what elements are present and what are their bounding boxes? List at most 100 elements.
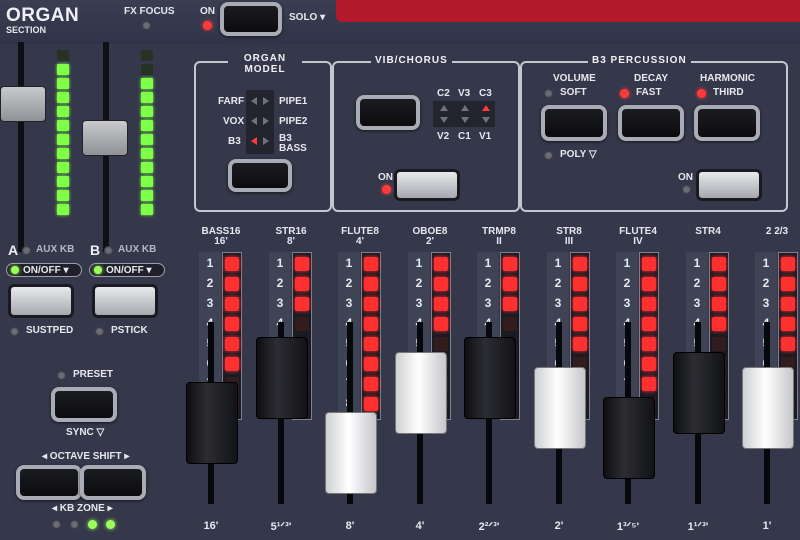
- perc-harmonic-label: HARMONIC: [700, 73, 755, 84]
- model-vox: VOX: [223, 116, 245, 127]
- v3-led: [461, 105, 469, 111]
- drawbar-number: 1: [484, 256, 492, 270]
- drawbar-footage: 1': [762, 520, 772, 532]
- kb-zone-led-1: [52, 520, 61, 529]
- solo-label[interactable]: SOLO ▾: [289, 12, 325, 23]
- octave-up-button[interactable]: [80, 465, 146, 500]
- kb-zone-led-4: [106, 520, 115, 529]
- level-meter-a: [56, 50, 70, 220]
- perc-third-label: THIRD: [713, 87, 744, 98]
- b-aux-button[interactable]: [92, 284, 158, 318]
- b-onoff-led: [94, 266, 102, 274]
- drawbar-number: 3: [693, 296, 701, 310]
- vib-c2: C2: [437, 88, 450, 99]
- perc-on-button[interactable]: [696, 169, 762, 201]
- meter-segment: [57, 134, 69, 145]
- perc-harmonic-button[interactable]: [694, 105, 760, 141]
- fader-b-cap[interactable]: [82, 120, 128, 156]
- fx-focus-led: [142, 21, 151, 30]
- drawbar-number: 2: [415, 276, 423, 290]
- meter-segment: [57, 78, 69, 89]
- vib-on-label: ON: [378, 172, 393, 183]
- drawbar-led: [364, 357, 378, 371]
- drawbar-led: [642, 297, 656, 311]
- vib-c3: C3: [479, 88, 492, 99]
- drawbar-number: 2: [276, 276, 284, 290]
- drawbar-number: 3: [554, 296, 562, 310]
- drawbar-led: [781, 297, 795, 311]
- meter-segment: [141, 162, 153, 173]
- b-label: B: [90, 242, 101, 258]
- drawbar-led: [712, 277, 726, 291]
- drawbar-sub: IV: [633, 236, 643, 247]
- drawbar-number: 1: [206, 256, 214, 270]
- pipe2-led: [263, 117, 269, 125]
- organ-model-button[interactable]: [228, 159, 292, 192]
- meter-segment: [57, 190, 69, 201]
- drawbar-number: 2: [693, 276, 701, 290]
- farf-led: [251, 97, 257, 105]
- drawbar-handle[interactable]: [464, 337, 516, 419]
- vib-v3: V3: [458, 88, 471, 99]
- drawbar-handle[interactable]: [603, 397, 655, 479]
- drawbar-led: [781, 317, 795, 331]
- drawbar-led: [364, 377, 378, 391]
- meter-segment: [57, 148, 69, 159]
- drawbar-led: [434, 317, 448, 331]
- b-onoff-toggle[interactable]: ON/OFF ▾: [89, 263, 165, 277]
- drawbar-footage: 1¹ᐟ³': [687, 521, 709, 533]
- perc-volume-button[interactable]: [541, 105, 607, 141]
- section-subtitle: SECTION: [6, 25, 47, 35]
- a-aux-button[interactable]: [8, 284, 74, 318]
- perc-poly-label[interactable]: POLY ▽: [560, 149, 597, 160]
- drawbar-number: 3: [345, 296, 353, 310]
- drawbar-led: [642, 357, 656, 371]
- drawbar-handle[interactable]: [742, 367, 794, 449]
- vib-chorus-select-button[interactable]: [356, 95, 420, 130]
- sync-label[interactable]: SYNC ▽: [66, 427, 104, 438]
- meter-segment: [141, 78, 153, 89]
- model-pipe2: PIPE2: [279, 116, 308, 127]
- drawbar-handle[interactable]: [395, 352, 447, 434]
- drawbar-handle[interactable]: [256, 337, 308, 419]
- vib-chorus-title: VIB/CHORUS: [371, 55, 452, 66]
- drawbar-led: [434, 277, 448, 291]
- drawbar-number: 3: [206, 296, 214, 310]
- c1-led: [461, 117, 469, 123]
- drawbar-number: 2: [345, 276, 353, 290]
- drawbar-led: [295, 277, 309, 291]
- organ-model-title: ORGAN MODEL: [228, 53, 302, 75]
- organ-on-button[interactable]: [220, 2, 282, 36]
- drawbar-led: [503, 277, 517, 291]
- drawbar-number: 2: [206, 276, 214, 290]
- perc-fast-label: FAST: [636, 87, 662, 98]
- model-b3-bass: B3 BASS: [279, 133, 307, 154]
- fader-a-cap[interactable]: [0, 86, 46, 122]
- meter-segment: [141, 134, 153, 145]
- preset-label: PRESET: [73, 369, 114, 380]
- sustped-label: SUSTPED: [26, 325, 74, 336]
- a-onoff-toggle[interactable]: ON/OFF ▾: [6, 263, 82, 277]
- drawbar-handle[interactable]: [673, 352, 725, 434]
- drawbar-footage: 5¹ᐟ³': [270, 521, 292, 533]
- octave-down-button[interactable]: [16, 465, 82, 500]
- drawbar-handle[interactable]: [186, 382, 238, 464]
- drawbar-footage: 2²ᐟ³': [478, 521, 500, 533]
- drawbar-handle[interactable]: [534, 367, 586, 449]
- sustped-led: [10, 327, 19, 336]
- vib-chorus-on-button[interactable]: [394, 169, 460, 201]
- v2-led: [440, 117, 448, 123]
- fader-slot-a: [18, 42, 24, 252]
- pstick-label: PSTICK: [111, 325, 148, 336]
- drawbar-footage: 2': [554, 520, 564, 532]
- drawbar-led: [712, 317, 726, 331]
- preset-button[interactable]: [51, 387, 117, 422]
- drawbar-led: [364, 257, 378, 271]
- drawbar-sub: III: [564, 236, 574, 247]
- meter-segment: [57, 176, 69, 187]
- drawbar-handle[interactable]: [325, 412, 377, 494]
- drawbar-footage: 1³ᐟ⁵': [616, 521, 640, 533]
- drawbar-number: 3: [276, 296, 284, 310]
- perc-decay-button[interactable]: [618, 105, 684, 141]
- drawbar-led: [503, 297, 517, 311]
